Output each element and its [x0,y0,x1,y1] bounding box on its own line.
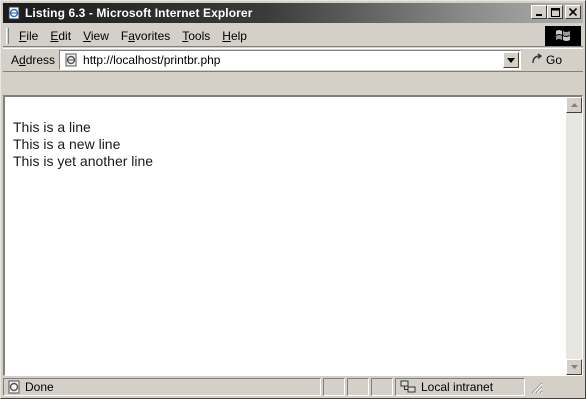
menu-favorites-accel: a [128,28,135,43]
menu-help-label: elp [230,28,247,43]
address-label-rest: dress [25,53,56,67]
address-field[interactable]: http://localhost/printbr.php [59,50,522,70]
scroll-up-button[interactable] [566,97,582,113]
menu-favorites-label: vorites [134,28,171,43]
menu-view[interactable]: View [77,29,115,43]
menu-edit-label: dit [58,28,72,43]
title-bar[interactable]: Listing 6.3 - Microsoft Internet Explore… [3,3,583,23]
menu-edit[interactable]: Edit [44,29,77,43]
menu-file-label: ile [26,28,39,43]
address-bar: Address http://localhost/printbr.php Go [3,48,583,72]
status-pane: Done [3,378,321,396]
status-text: Done [25,380,54,394]
page-viewport: This is a line This is a new line This i… [3,95,583,376]
menu-tools-label: ools [188,28,211,43]
status-pane-empty [371,378,393,396]
address-label: Address [11,53,55,67]
go-arrow-icon [531,52,543,68]
ie-page-icon [7,380,21,394]
go-button[interactable]: Go [531,52,563,68]
menu-view-accel: V [83,28,91,43]
address-label-accel: d [19,53,26,67]
windows-logo-icon [545,26,581,46]
menu-help-accel: H [222,28,231,43]
ie-page-icon [63,52,79,68]
ie-page-icon [7,6,21,20]
scroll-down-button[interactable] [566,359,582,375]
page-line: This is yet another line [13,153,154,169]
zone-label: Local intranet [421,380,494,394]
page-line: This is a line [13,119,91,135]
address-url[interactable]: http://localhost/printbr.php [83,53,220,67]
menu-tools[interactable]: Tools [176,29,216,43]
maximize-button[interactable] [547,5,563,19]
browser-window: Listing 6.3 - Microsoft Internet Explore… [0,0,586,399]
address-label-pre: A [11,53,20,67]
status-pane-empty [347,378,369,396]
menu-bar: File Edit View Favorites Tools Help [3,25,583,47]
page-content: This is a line This is a new line This i… [5,97,566,375]
menu-help[interactable]: Help [216,29,253,43]
security-zone-pane[interactable]: Local intranet [395,378,525,396]
menu-view-label: iew [90,28,109,43]
menu-file[interactable]: File [13,29,44,43]
status-bar: Done Local intranet [3,377,583,397]
window-title: Listing 6.3 - Microsoft Internet Explore… [25,6,253,20]
go-label: Go [546,53,563,67]
menu-favorites[interactable]: Favorites [115,29,176,43]
address-dropdown-button[interactable] [503,52,520,68]
minimize-button[interactable] [531,5,547,19]
vertical-scrollbar[interactable] [566,97,582,375]
menu-grip[interactable] [6,27,9,44]
close-button[interactable] [565,5,581,19]
status-pane-empty [323,378,345,396]
page-line: This is a new line [13,136,121,152]
local-intranet-icon [400,380,416,394]
resize-grip[interactable] [529,380,543,394]
